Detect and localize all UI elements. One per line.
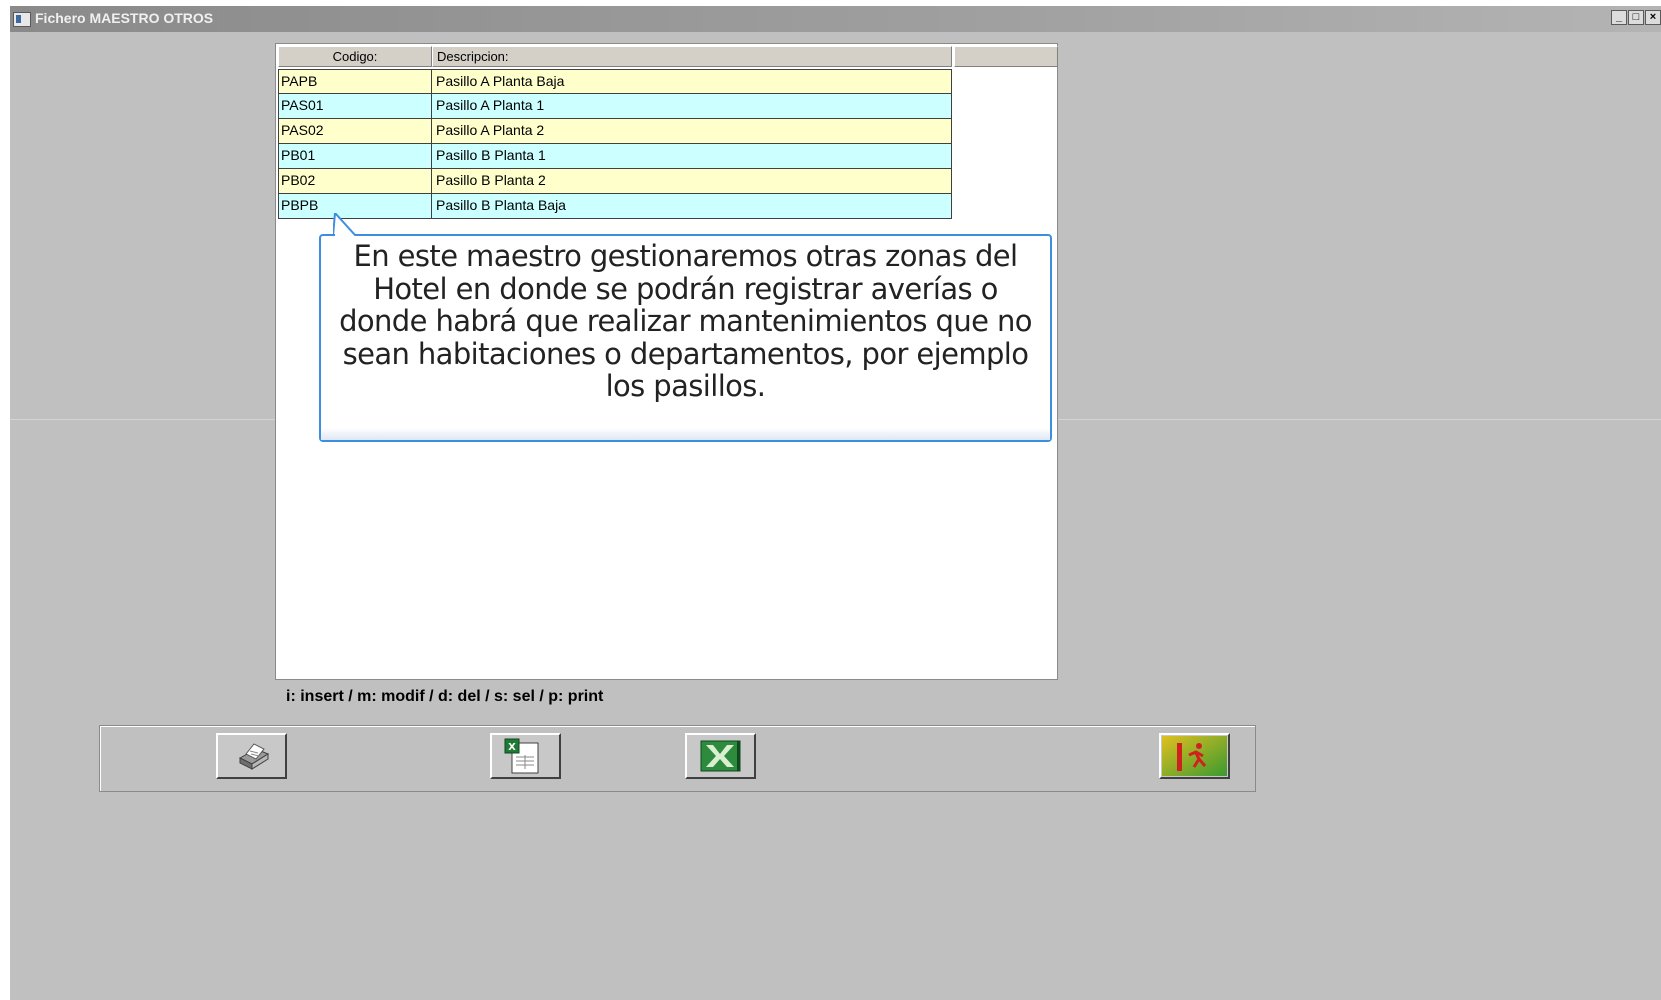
exit-icon [1162,736,1227,776]
printer-icon [238,743,270,770]
column-header-codigo[interactable]: Codigo: [278,46,432,67]
toolbar: X [99,725,1256,792]
tooltip-callout: En este maestro gestionaremos otras zona… [319,234,1052,442]
app-icon [13,12,31,27]
callout-band [321,428,1050,440]
cell-description: Pasillo A Planta 2 [436,122,545,138]
app-window: Fichero MAESTRO OTROS _ □ × Codigo: Desc… [10,6,1661,1000]
export-excel-button[interactable] [685,733,756,779]
excel-icon [700,740,741,772]
cell-code: PAPB [279,70,432,93]
cell-description: Pasillo B Planta Baja [436,197,566,213]
table-row[interactable]: PB01 Pasillo B Planta 1 [278,144,952,169]
callout-pointer [333,213,381,237]
export-excel-document-button[interactable]: X [490,733,561,779]
title-bar: Fichero MAESTRO OTROS _ □ × [10,6,1661,32]
close-button[interactable]: × [1645,10,1661,25]
cell-description: Pasillo B Planta 1 [436,147,546,163]
cell-description: Pasillo A Planta 1 [436,97,545,113]
cell-description: Pasillo B Planta 2 [436,172,546,188]
cell-code: PAS02 [279,119,432,143]
cell-code: PB01 [279,144,432,168]
table-row[interactable]: PB02 Pasillo B Planta 2 [278,169,952,194]
callout-text: En este maestro gestionaremos otras zona… [339,239,1032,403]
column-header-descripcion[interactable]: Descripcion: [432,46,952,67]
table-row[interactable]: PAS02 Pasillo A Planta 2 [278,119,952,144]
maximize-button[interactable]: □ [1628,10,1644,25]
column-header-empty [954,46,1058,67]
keyboard-hint: i: insert / m: modif / d: del / s: sel /… [286,688,604,705]
table-row[interactable]: PAPB Pasillo A Planta Baja [278,69,952,94]
print-button[interactable] [216,733,287,779]
cell-code: PB02 [279,169,432,193]
table-row[interactable]: PAS01 Pasillo A Planta 1 [278,94,952,119]
window-title: Fichero MAESTRO OTROS [35,10,214,26]
cell-code: PAS01 [279,94,432,118]
cell-description: Pasillo A Planta Baja [436,73,565,89]
exit-button[interactable] [1159,733,1230,779]
grid-header: Codigo: Descripcion: [278,46,1058,67]
minimize-button[interactable]: _ [1611,10,1627,25]
excel-document-icon: X [504,738,539,774]
svg-text:X: X [508,742,516,753]
